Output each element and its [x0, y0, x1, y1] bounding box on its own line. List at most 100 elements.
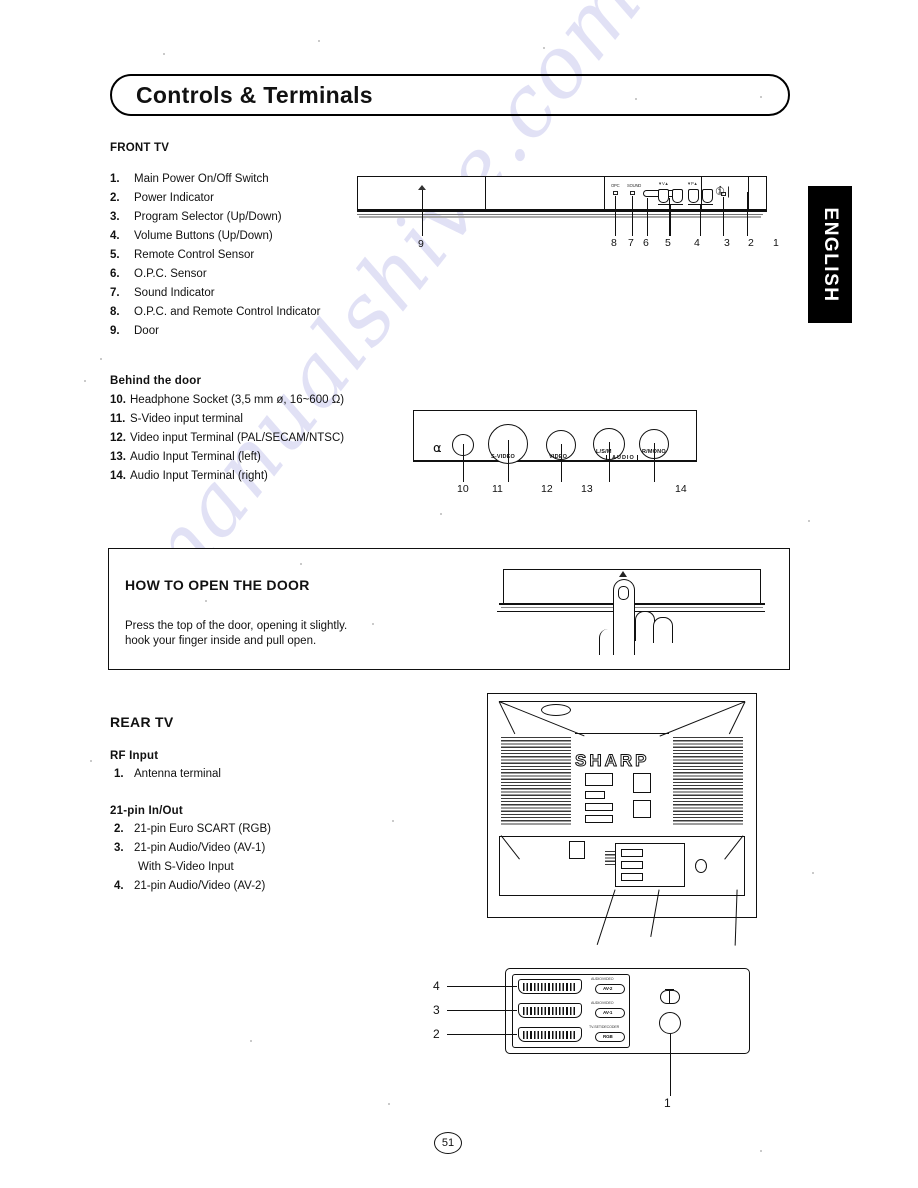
left-vent-grid	[501, 737, 571, 825]
antenna-terminal-socket[interactable]	[659, 1012, 681, 1034]
opc-mini-label: OPC	[611, 183, 620, 188]
list-item-number: 3.	[114, 842, 124, 854]
how-to-open-door-box: HOW TO OPEN THE DOOR Press the top of th…	[108, 548, 790, 670]
brand-logo: SHARP	[575, 751, 650, 771]
scan-speck	[812, 872, 814, 874]
headphone-icon: ⍺	[433, 440, 442, 455]
list-item-number: 9.	[110, 325, 120, 337]
rear-connector-detail: AUDIO/VIDEO AV-2 AUDIO/VIDEO AV-1 TV-SET…	[433, 968, 750, 1110]
callout-number-13: 13	[581, 483, 593, 495]
list-item-number: 2.	[110, 192, 120, 204]
list-item-label: Headphone Socket (3,5 mm ø, 16~600 Ω)	[130, 394, 345, 406]
list-item-label: O.P.C. and Remote Control Indicator	[134, 306, 321, 318]
scan-speck	[90, 760, 92, 762]
pin-inout-subheading: 21-pin In/Out	[110, 805, 183, 817]
callout-number-4: 4	[694, 237, 700, 249]
scart-av2-caption: AUDIO/VIDEO	[591, 977, 614, 981]
rating-label	[585, 791, 605, 799]
list-item-label: Door	[134, 325, 159, 337]
scart-slot[interactable]	[621, 873, 643, 881]
cabinet-inner-top	[575, 733, 669, 735]
video-label: VIDEO	[549, 454, 568, 460]
list-item-label: O.P.C. Sensor	[134, 268, 207, 280]
list-item-label: S-Video input terminal	[130, 413, 243, 425]
list-item-number: 4.	[114, 880, 124, 892]
list-item-label: Remote Control Sensor	[134, 249, 255, 261]
callout-leader-2	[723, 197, 724, 236]
scart-pins	[523, 983, 577, 991]
door-open-illustration	[495, 567, 769, 665]
rear-tv-diagram: SHARP	[487, 693, 757, 946]
scan-speck	[635, 98, 637, 100]
list-item-number: 3.	[110, 211, 120, 223]
scart-slot[interactable]	[621, 849, 643, 857]
list-item-number: 2.	[114, 823, 124, 835]
rating-label	[585, 815, 613, 823]
callout-leader-13	[609, 442, 610, 482]
list-item-label: Main Power On/Off Switch	[134, 173, 269, 185]
finger-nail	[618, 586, 629, 600]
list-item-label: Antenna terminal	[134, 768, 221, 780]
program-down-button[interactable]	[688, 189, 699, 203]
scan-speck	[760, 96, 762, 98]
scart-pins	[523, 1031, 577, 1039]
callout-number-2: 2	[748, 237, 754, 249]
scart-connector-rgb[interactable]	[518, 1027, 582, 1042]
callout-leader-8	[615, 196, 616, 236]
callout-leader-2	[447, 1034, 517, 1036]
behind-door-panel-diagram: ⍺ S-VIDEO VIDEO L/S/M R/MONO AUDIO 10 11…	[413, 410, 697, 495]
sound-indicator-led	[630, 191, 635, 195]
scan-speck	[300, 563, 302, 565]
how-to-open-body: Press the top of the door, opening it sl…	[125, 619, 347, 649]
list-item-number: 10.	[110, 394, 126, 406]
callout-number-3: 3	[724, 237, 730, 249]
list-item-number: 11.	[110, 413, 126, 425]
scart-rgb-caption: TV-SET/DECODER	[589, 1025, 620, 1029]
finger-knuckle	[635, 611, 655, 641]
page-title: Controls & Terminals	[136, 82, 373, 108]
page-title-banner: Controls & Terminals	[110, 74, 790, 116]
scart-connector-av1[interactable]	[518, 1003, 582, 1018]
scan-speck	[808, 520, 810, 522]
antenna-socket[interactable]	[695, 859, 707, 873]
callout-number-6: 6	[643, 237, 649, 249]
program-mini-label: ▼P▲	[687, 181, 698, 186]
scan-speck	[760, 1150, 762, 1152]
rating-label	[585, 803, 613, 811]
scart-av2-tag-label: AV-2	[603, 986, 613, 991]
list-item-number: 12.	[110, 432, 126, 444]
list-item-number: 1.	[110, 173, 120, 185]
callout-leader-11	[508, 440, 509, 482]
scart-connector-av2[interactable]	[518, 979, 582, 994]
scart-av1-caption: AUDIO/VIDEO	[591, 1001, 614, 1005]
scan-speck	[100, 358, 102, 360]
antenna-symbol-top	[665, 989, 674, 991]
scart-pins	[523, 1007, 577, 1015]
antenna-symbol-stem	[669, 991, 671, 1003]
list-item-number: 7.	[110, 287, 120, 299]
volume-up-button[interactable]	[672, 189, 683, 203]
callout-leader-3	[700, 205, 701, 236]
front-panel-baseline-shadow	[357, 214, 763, 215]
audio-bracket-right-foot	[632, 460, 638, 461]
callout-leader-6	[647, 198, 648, 236]
callout-leader-1	[670, 1034, 672, 1096]
callout-leader-4	[447, 986, 517, 988]
callout-number-3: 3	[433, 1003, 440, 1017]
scan-speck	[440, 513, 442, 515]
callout-number-1: 1	[773, 237, 779, 249]
callout-leader-3	[447, 1010, 517, 1012]
list-item-label: Audio Input Terminal (right)	[130, 470, 268, 482]
s-video-label: S-VIDEO	[491, 454, 516, 460]
scan-speck	[163, 53, 165, 55]
front-panel-divider	[485, 176, 487, 210]
callout-number-11: 11	[492, 483, 503, 495]
terminal-block	[569, 841, 585, 859]
callout-leader-4	[670, 205, 671, 236]
scart-slot[interactable]	[621, 861, 643, 869]
right-vent-grid	[673, 737, 743, 825]
how-to-open-title: HOW TO OPEN THE DOOR	[125, 577, 310, 593]
volume-down-button[interactable]	[658, 189, 669, 203]
callout-number-8: 8	[611, 237, 617, 249]
page-number: 51	[434, 1132, 462, 1154]
